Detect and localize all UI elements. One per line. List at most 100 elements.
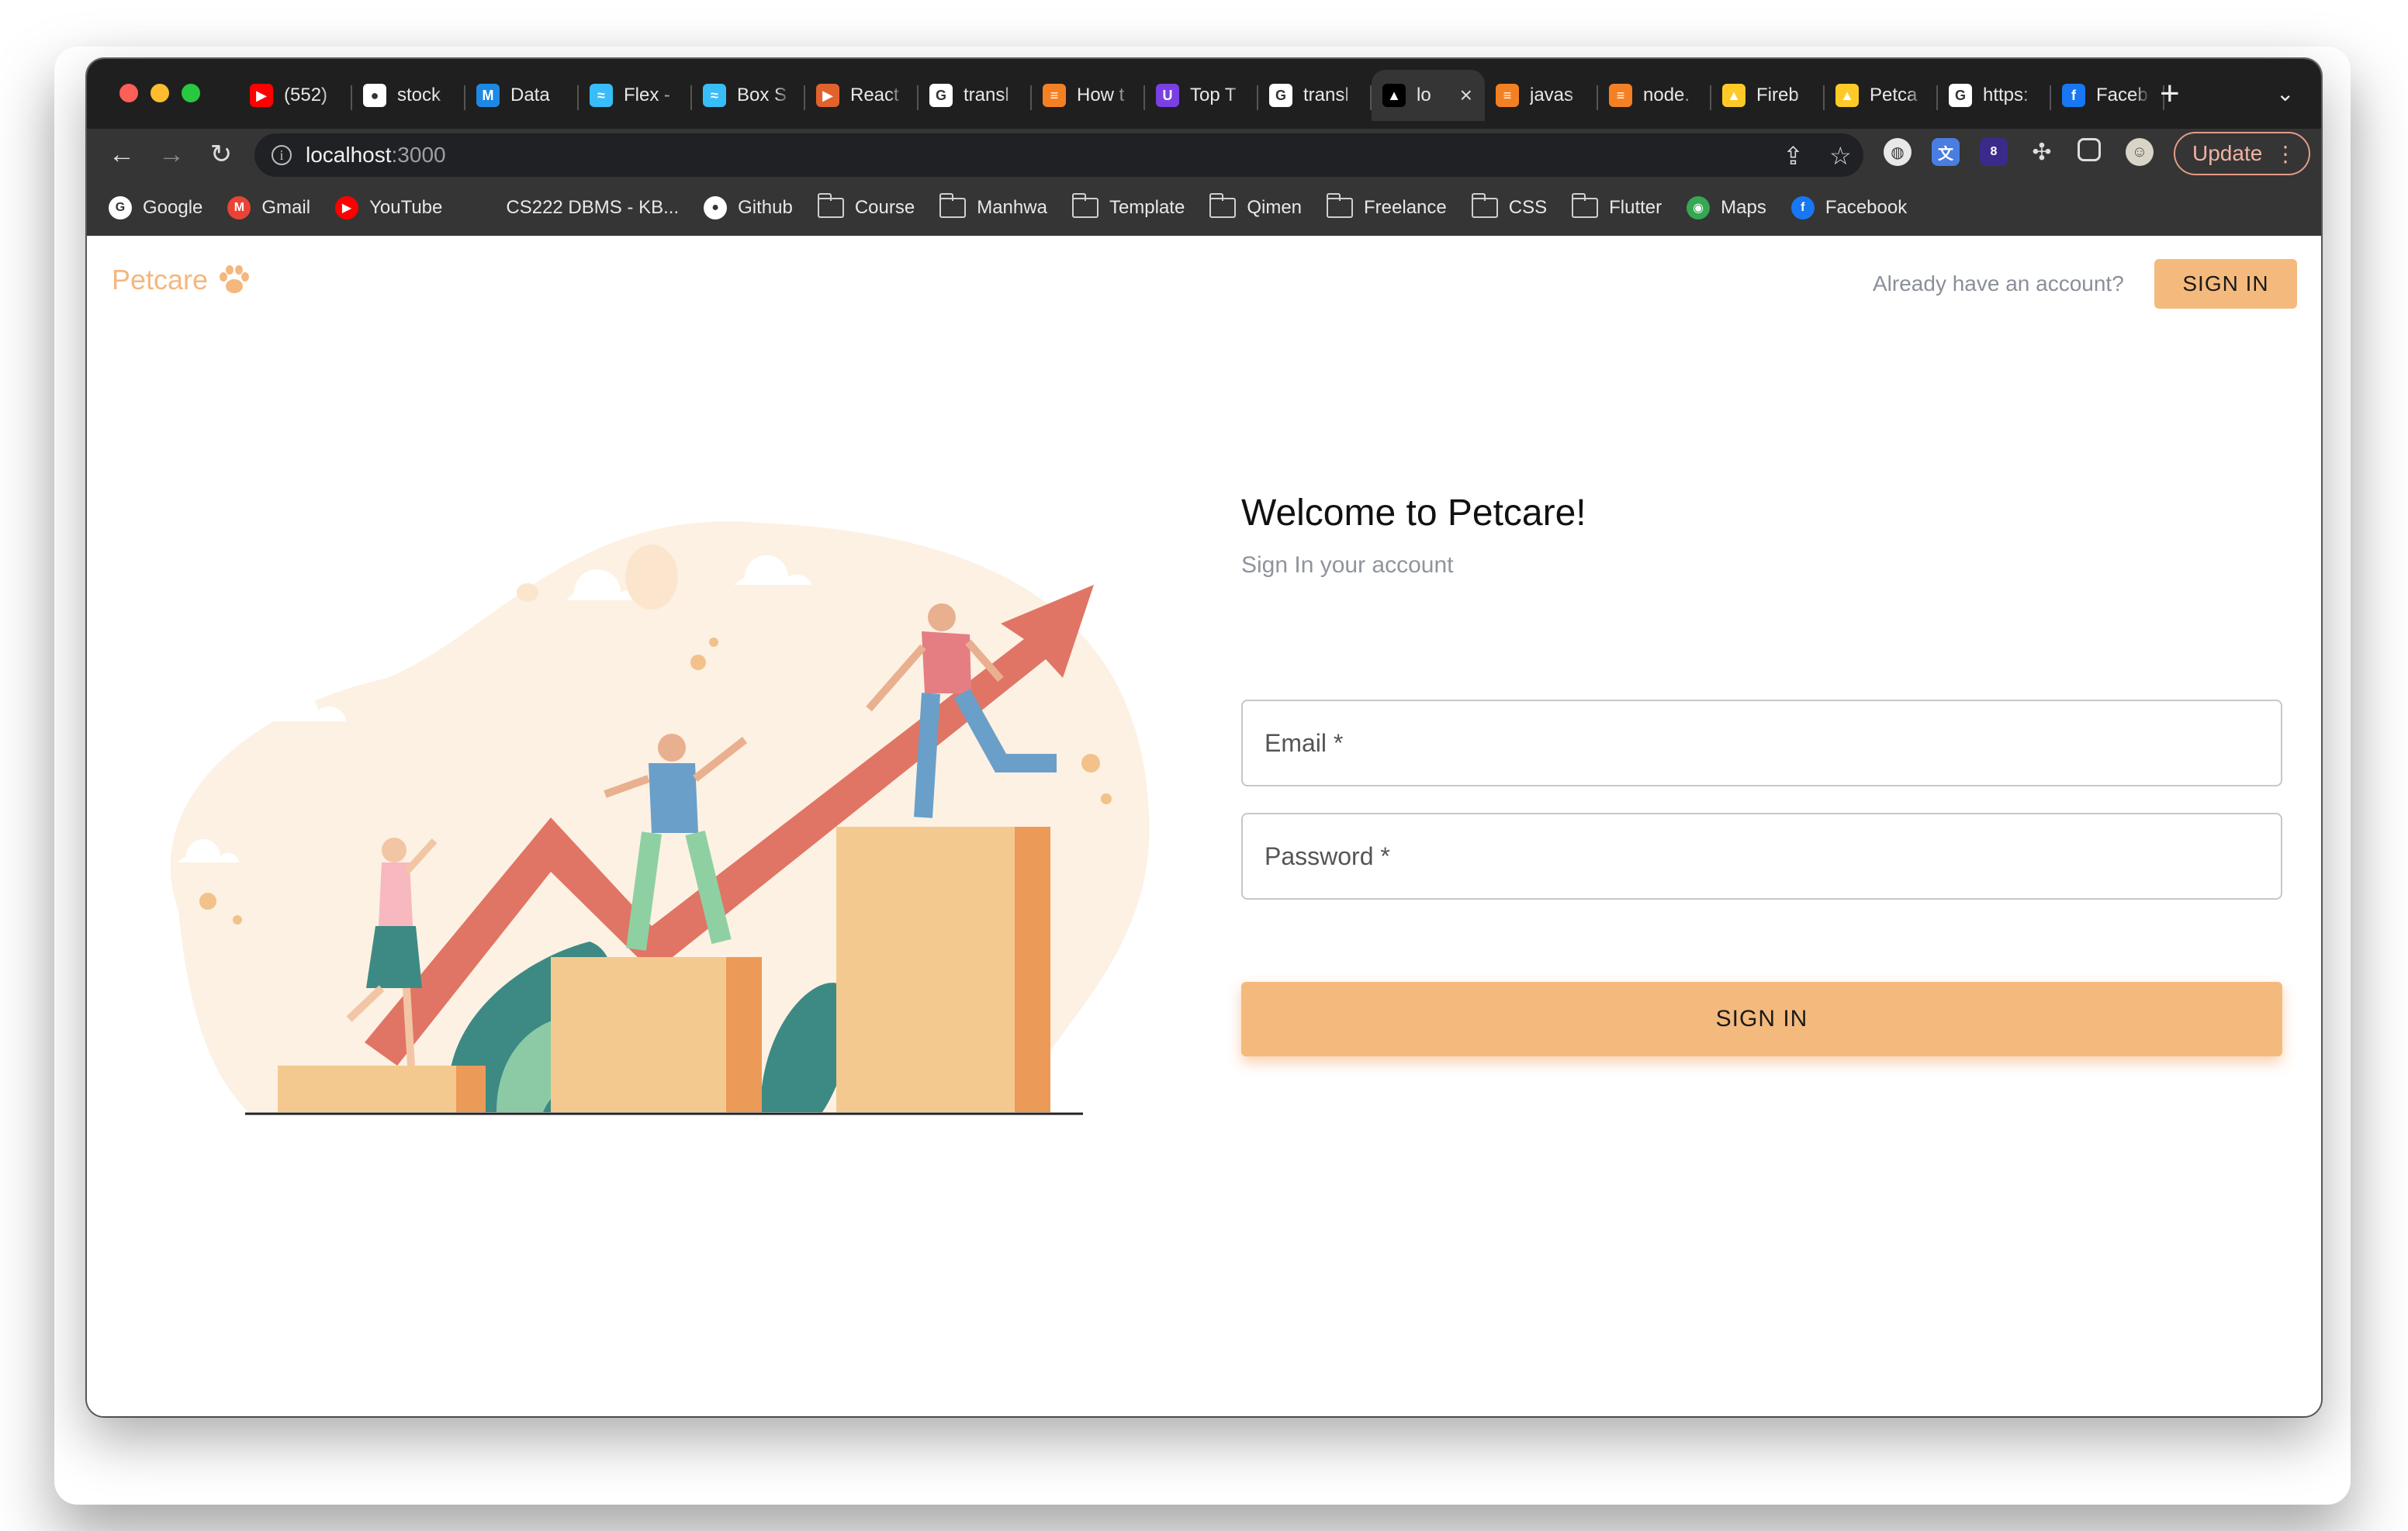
translate-extension-icon[interactable]: 文 xyxy=(1932,138,1960,166)
person-head xyxy=(658,734,686,762)
profile-avatar[interactable]: ☺ xyxy=(2126,138,2154,166)
side-panel-icon[interactable] xyxy=(2078,138,2101,161)
growth-illustration xyxy=(170,521,1150,1115)
bookmark-item[interactable]: M Gmail xyxy=(227,196,310,219)
extension-globe-icon[interactable]: ◍ xyxy=(1884,138,1912,166)
browser-tab[interactable]: ≡ javas xyxy=(1485,70,1598,121)
folder-icon xyxy=(1071,193,1098,218)
url-port: :3000 xyxy=(391,143,446,167)
bookmark-label: Course xyxy=(854,197,915,218)
bookmark-item[interactable]: Flutter xyxy=(1572,193,1662,219)
tab-title: node. xyxy=(1643,85,1690,105)
browser-tab[interactable]: ▶ (552) xyxy=(239,70,352,121)
bookmark-item[interactable]: G Google xyxy=(109,196,202,219)
folder-icon xyxy=(1327,193,1354,218)
back-button[interactable]: ← xyxy=(102,135,141,174)
bookmark-star-icon[interactable]: ☆ xyxy=(1829,141,1852,171)
update-label: Update xyxy=(2192,141,2263,165)
extensions-puzzle-icon[interactable]: ✣ xyxy=(2028,138,2056,166)
browser-tab[interactable]: ▶ React xyxy=(805,70,919,121)
github-icon: ● xyxy=(704,196,728,219)
browser-tab[interactable]: ▲ Petca xyxy=(1825,70,1938,121)
browser-tab[interactable]: Gtransl xyxy=(919,70,1032,121)
petcare-page: Petcare Already have an account? SIGN IN xyxy=(87,236,2321,1416)
browser-tab[interactable]: Gtransl xyxy=(1258,70,1372,121)
password-field[interactable]: Password * xyxy=(1241,813,2282,900)
bookmark-item[interactable]: CSS xyxy=(1471,193,1548,219)
browser-tab[interactable]: ≡ How t xyxy=(1032,70,1145,121)
bookmark-label: Google xyxy=(143,197,203,218)
browser-tab[interactable]: ▲ lo × xyxy=(1372,70,1485,121)
dot-decoration xyxy=(709,638,718,647)
box-small-side xyxy=(456,1066,486,1112)
bookmark-item[interactable]: Qimen xyxy=(1209,193,1302,219)
google-icon: G xyxy=(109,196,132,219)
update-button[interactable]: Update ⋮ xyxy=(2174,132,2310,175)
browser-tab[interactable]: ● stock xyxy=(352,70,465,121)
facebook-icon: f xyxy=(2062,84,2085,107)
folder-icon xyxy=(817,193,844,218)
browser-tab[interactable]: f Faceb xyxy=(2051,70,2164,121)
tab-search-icon[interactable]: ⌄ xyxy=(2276,81,2294,106)
bookmark-item[interactable]: ▶ YouTube xyxy=(335,196,442,219)
forward-button[interactable]: → xyxy=(152,135,191,174)
bookmark-label: Maps xyxy=(1721,197,1766,218)
bookmark-label: CSS xyxy=(1508,197,1548,218)
bookmark-item[interactable]: ◉ Maps xyxy=(1687,196,1766,219)
box-tall-side xyxy=(1015,827,1050,1112)
browser-tab[interactable]: ≈ Flex - xyxy=(579,70,692,121)
welcome-title: Welcome to Petcare! xyxy=(1241,492,1586,534)
reload-button[interactable]: ↻ xyxy=(202,135,240,174)
tab-title: React xyxy=(850,85,899,105)
bookmark-item[interactable]: Template xyxy=(1071,193,1185,219)
stackoverflow-icon: ≡ xyxy=(1043,84,1066,107)
tailwind-icon: ≈ xyxy=(703,84,726,107)
email-field[interactable]: Email * xyxy=(1241,700,2282,786)
browser-tab[interactable]: U Top T xyxy=(1145,70,1258,121)
url-host: localhost xyxy=(306,143,392,167)
close-tab-icon[interactable]: × xyxy=(1460,83,1472,108)
sign-in-button[interactable]: SIGN IN xyxy=(1241,982,2282,1056)
email-label: Email * xyxy=(1265,728,1344,757)
close-window-button[interactable] xyxy=(119,84,138,102)
tab-title: Box S xyxy=(737,85,787,105)
address-bar[interactable]: i localhost:3000 ⇪ ☆ xyxy=(254,133,1863,177)
header-sign-in-button[interactable]: SIGN IN xyxy=(2154,259,2297,309)
folder-icon xyxy=(1209,193,1237,218)
bookmark-label: Manhwa xyxy=(977,197,1047,218)
bookmark-item[interactable]: Manhwa xyxy=(939,193,1047,219)
tab-title: Petca xyxy=(1870,85,1918,105)
bookmark-item[interactable]: CS222 DBMS - KB... xyxy=(506,197,679,219)
maps-icon: ◉ xyxy=(1687,196,1711,219)
bookmark-item[interactable]: Freelance xyxy=(1327,193,1447,219)
bookmark-item[interactable]: ● Github xyxy=(704,196,793,219)
facebook-icon: f xyxy=(1790,196,1815,219)
brand-logo[interactable]: Petcare xyxy=(112,264,251,296)
tab-title: Data xyxy=(510,85,550,105)
browser-tab[interactable]: ≡ node. xyxy=(1598,70,1711,121)
bookmark-item[interactable]: f Facebook xyxy=(1790,196,1907,219)
youtube-icon: ▶ xyxy=(335,196,359,219)
share-icon[interactable]: ⇪ xyxy=(1783,141,1804,171)
more-menu-icon[interactable]: ⋮ xyxy=(2275,141,2296,167)
tab-title: transl xyxy=(1303,85,1349,105)
browser-tab[interactable]: ▲ Fireb xyxy=(1711,70,1825,121)
extension-badge-icon[interactable]: 8 xyxy=(1980,138,2008,166)
bookmark-item[interactable]: Course xyxy=(817,193,915,219)
maximize-window-button[interactable] xyxy=(182,84,200,102)
tailwind-icon: ≈ xyxy=(590,84,613,107)
browser-tab[interactable]: ≈ Box S xyxy=(692,70,805,121)
bookmarks-bar: G Google M Gmail ▶ YouTube CS222 DBMS - KB... ●… xyxy=(87,180,2321,236)
person-body xyxy=(922,631,971,693)
browser-tab[interactable]: Ghttps: xyxy=(1938,70,2051,121)
google-icon: G xyxy=(929,84,953,107)
minimize-window-button[interactable] xyxy=(150,84,169,102)
browser-window: ▶ (552) ● stock M Data ≈ Flex - ≈ Box S ▶ React Gtra… xyxy=(87,59,2321,1416)
site-info-icon[interactable]: i xyxy=(272,145,292,165)
google-icon: G xyxy=(1269,84,1292,107)
folder-icon xyxy=(1572,193,1599,218)
browser-tab[interactable]: M Data xyxy=(465,70,579,121)
new-tab-button[interactable]: + xyxy=(2160,74,2180,113)
password-label: Password * xyxy=(1265,842,1390,870)
bookmark-label: YouTube xyxy=(369,197,443,218)
